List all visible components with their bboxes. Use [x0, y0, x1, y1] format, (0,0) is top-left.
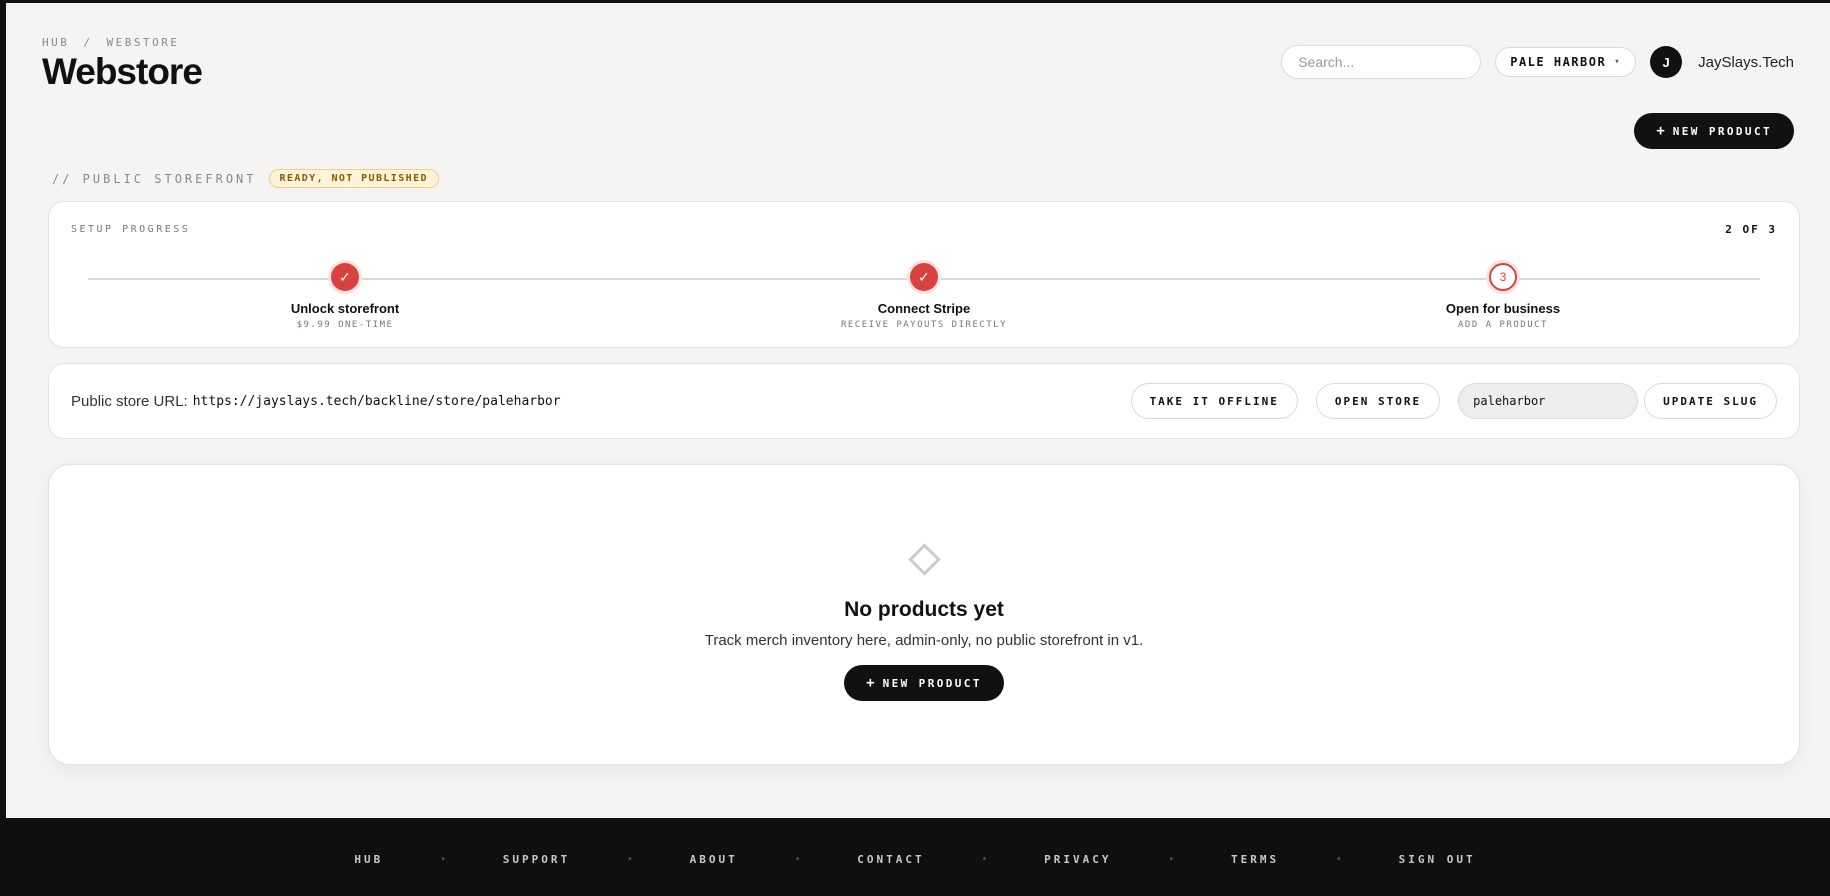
- footer: HUB • SUPPORT • ABOUT • CONTACT • PRIVAC…: [0, 818, 1830, 896]
- breadcrumb: HUB / WEBSTORE: [42, 36, 179, 49]
- empty-products-card: No products yet Track merch inventory he…: [48, 464, 1800, 765]
- progress-title: SETUP PROGRESS: [71, 224, 191, 235]
- footer-separator: •: [982, 853, 987, 865]
- avatar[interactable]: J: [1650, 46, 1683, 78]
- new-product-label: NEW PRODUCT: [1672, 124, 1772, 138]
- store-url-label: Public store URL:: [71, 392, 188, 410]
- org-selector[interactable]: PALE HARBOR ▾: [1495, 47, 1637, 77]
- open-store-button[interactable]: OPEN STORE: [1315, 383, 1441, 419]
- update-slug-button[interactable]: UPDATE SLUG: [1644, 383, 1777, 419]
- progress-step-stripe: ✓ Connect Stripe RECEIVE PAYOUTS DIRECTL…: [794, 263, 1054, 330]
- footer-link-hub[interactable]: HUB: [354, 853, 383, 866]
- footer-separator: •: [628, 853, 632, 865]
- new-product-label: NEW PRODUCT: [882, 676, 982, 690]
- empty-new-product-button[interactable]: + NEW PRODUCT: [844, 665, 1004, 701]
- store-url-card: Public store URL: https://jayslays.tech/…: [48, 363, 1800, 439]
- footer-link-privacy[interactable]: PRIVACY: [1044, 853, 1111, 866]
- slug-input[interactable]: [1458, 383, 1639, 419]
- take-offline-button[interactable]: TAKE IT OFFLINE: [1130, 383, 1298, 419]
- check-icon: ✓: [331, 263, 359, 291]
- status-badge: READY, NOT PUBLISHED: [268, 169, 439, 188]
- breadcrumb-hub[interactable]: HUB: [42, 36, 69, 49]
- search-input[interactable]: [1281, 45, 1482, 79]
- footer-separator: •: [441, 853, 445, 865]
- section-label: // PUBLIC STOREFRONT: [52, 171, 257, 186]
- page-title: Webstore: [42, 51, 203, 92]
- breadcrumb-current: WEBSTORE: [106, 36, 180, 49]
- username[interactable]: JaySlays.Tech: [1698, 54, 1794, 71]
- empty-state-subtitle: Track merch inventory here, admin-only, …: [704, 632, 1144, 649]
- new-product-button[interactable]: + NEW PRODUCT: [1634, 113, 1794, 149]
- app-window: HUB / WEBSTORE Webstore PALE HARBOR ▾ J …: [6, 3, 1830, 818]
- org-selector-label: PALE HARBOR: [1510, 55, 1607, 69]
- progress-step-open: 3 Open for business ADD A PRODUCT: [1373, 263, 1633, 330]
- step-subtitle: $9.99 ONE-TIME: [296, 320, 394, 330]
- step-name: Connect Stripe: [877, 301, 971, 316]
- footer-link-sign-out[interactable]: SIGN OUT: [1399, 853, 1476, 866]
- setup-progress-card: SETUP PROGRESS 2 OF 3 ✓ Unlock storefron…: [48, 201, 1800, 348]
- section-header: // PUBLIC STOREFRONT READY, NOT PUBLISHE…: [52, 169, 439, 188]
- footer-link-about[interactable]: ABOUT: [690, 853, 738, 866]
- progress-count: 2 OF 3: [1725, 223, 1777, 236]
- store-url-link[interactable]: https://jayslays.tech/backline/store/pal…: [193, 394, 561, 409]
- footer-link-support[interactable]: SUPPORT: [503, 853, 570, 866]
- step-subtitle: RECEIVE PAYOUTS DIRECTLY: [840, 320, 1008, 330]
- plus-icon: +: [866, 675, 875, 691]
- footer-separator: •: [1337, 853, 1341, 865]
- plus-icon: +: [1656, 123, 1665, 139]
- footer-nav: HUB • SUPPORT • ABOUT • CONTACT • PRIVAC…: [354, 853, 1475, 866]
- step-name: Open for business: [1445, 301, 1561, 316]
- footer-separator: •: [795, 853, 800, 865]
- diamond-icon: [907, 543, 941, 576]
- footer-link-terms[interactable]: TERMS: [1231, 853, 1279, 866]
- step-number-marker: 3: [1489, 263, 1517, 291]
- step-name: Unlock storefront: [290, 301, 400, 316]
- step-subtitle: ADD A PRODUCT: [1458, 320, 1548, 330]
- chevron-down-icon: ▾: [1614, 57, 1622, 67]
- check-icon: ✓: [910, 263, 938, 291]
- footer-link-contact[interactable]: CONTACT: [857, 853, 924, 866]
- breadcrumb-separator: /: [83, 36, 93, 49]
- slug-editor: UPDATE SLUG: [1458, 383, 1777, 419]
- store-url-actions: TAKE IT OFFLINE OPEN STORE UPDATE SLUG: [1130, 383, 1777, 419]
- footer-separator: •: [1169, 853, 1174, 865]
- progress-step-unlock: ✓ Unlock storefront $9.99 ONE-TIME: [215, 263, 475, 330]
- header-controls: PALE HARBOR ▾ J JaySlays.Tech: [1281, 45, 1794, 79]
- empty-state-title: No products yet: [844, 598, 1004, 621]
